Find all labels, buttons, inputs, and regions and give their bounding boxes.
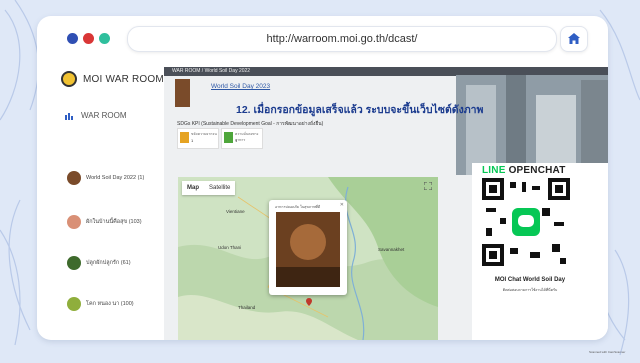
window-dot-red[interactable]	[83, 33, 94, 44]
chart-icon	[65, 112, 73, 120]
sidebar-item-label: โคก หนอง นา (100)	[86, 301, 134, 307]
kpi-title: ความมั่นคงทางอาหาร	[235, 132, 259, 142]
sidebar-item-vegetables[interactable]: ผักในบ้านนี้คือสุข (103)	[67, 215, 142, 229]
sidebar-item-label: ปลูกผักปลูกรัก (61)	[86, 260, 131, 266]
soil-thumb-icon	[67, 171, 81, 185]
kpi-card-poverty[interactable]: ขจัดความยากจน 1	[177, 128, 219, 149]
openchat-subcaption: ติดต่อสอบถามการใช้งานได้ที่นี่ครับ	[502, 288, 558, 292]
scanner-credit: Scanned with CamScanner	[589, 350, 626, 354]
kpi-caption: SDGs KPI (Sustainable Development Goal -…	[177, 121, 324, 127]
browser-window: http://warroom.moi.go.th/dcast/ MOI WAR …	[37, 16, 608, 340]
map-view[interactable]: Map Satellite Vientiane Udon Thani Thail…	[178, 177, 438, 340]
kpi-card-food[interactable]: ความมั่นคงทางอาหาร 1	[221, 128, 263, 149]
vegetable-thumb-icon	[67, 215, 81, 229]
brand-title: MOI WAR ROOM	[83, 73, 164, 85]
home-button[interactable]	[560, 26, 588, 52]
kpi-value: 1	[235, 138, 238, 143]
step-caption: 12. เมื่อกรอกข้อมูลเสร็จแล้ว ระบบจะขึ้นเ…	[236, 104, 484, 116]
sidebar-item-label: World Soil Day 2022 (1)	[86, 175, 145, 181]
sidebar-menu-warroom[interactable]: WAR ROOM	[65, 111, 126, 120]
address-bar[interactable]: http://warroom.moi.go.th/dcast/	[127, 26, 557, 52]
sdg1-icon	[180, 132, 189, 143]
map-pin-icon[interactable]	[306, 298, 312, 306]
sidebar-item-label: ผักในบ้านนี้คือสุข (103)	[86, 219, 142, 225]
sidebar-item-farm[interactable]: โคก หนอง นา (100)	[67, 297, 134, 311]
tab-map[interactable]: Map	[182, 181, 204, 195]
map-label: Vientiane	[226, 209, 245, 214]
close-icon[interactable]: ✕	[340, 202, 344, 208]
map-label: Savannakhet	[378, 247, 405, 252]
map-label: Udon Thani	[218, 245, 242, 250]
openchat-caption: MOI Chat World Soil Day	[494, 277, 566, 283]
home-icon	[568, 33, 580, 44]
sidebar-menu-label: WAR ROOM	[81, 111, 127, 120]
tab-satellite[interactable]: Satellite	[204, 181, 235, 195]
header-photo	[456, 75, 608, 175]
fullscreen-icon[interactable]	[424, 182, 432, 190]
map-type-tabs: Map Satellite	[182, 181, 236, 195]
window-controls	[67, 33, 110, 44]
qr-code-icon[interactable]	[482, 178, 570, 266]
page-thumbnail	[175, 79, 190, 107]
sidebar-item-planting[interactable]: ปลูกผักปลูกรัก (61)	[67, 256, 131, 270]
window-dot-green[interactable]	[99, 33, 110, 44]
embedded-screenshot: WAR ROOM / World Soil Day 2022 World Soi…	[164, 67, 608, 340]
moi-logo-icon	[61, 71, 77, 87]
map-info-popup[interactable]: อาหารปลอดภัย ในสุขภาพที่ดี ✕	[269, 200, 347, 295]
kpi-value: 1	[191, 138, 194, 143]
line-openchat-title: LINE OPENCHAT	[482, 165, 566, 176]
page-title-link[interactable]: World Soil Day 2023	[211, 83, 270, 90]
line-openchat-panel: LINE OPENCHAT MOI Chat World Soil Day ติ…	[472, 163, 608, 340]
breadcrumb: WAR ROOM / World Soil Day 2022	[172, 68, 251, 74]
brand[interactable]: MOI WAR ROOM	[61, 71, 164, 87]
sidebar-item-world-soil-day[interactable]: World Soil Day 2022 (1)	[67, 171, 144, 185]
farm-thumb-icon	[67, 297, 81, 311]
sidebar: MOI WAR ROOM WAR ROOM World Soil Day 202…	[37, 61, 164, 340]
popup-image	[276, 212, 340, 287]
map-label: Thailand	[238, 305, 256, 310]
kpi-title: ขจัดความยากจน	[191, 132, 217, 136]
window-dot-blue[interactable]	[67, 33, 78, 44]
planting-thumb-icon	[67, 256, 81, 270]
popup-caption: อาหารปลอดภัย ในสุขภาพที่ดี	[275, 205, 321, 209]
sdg2-icon	[224, 132, 233, 143]
